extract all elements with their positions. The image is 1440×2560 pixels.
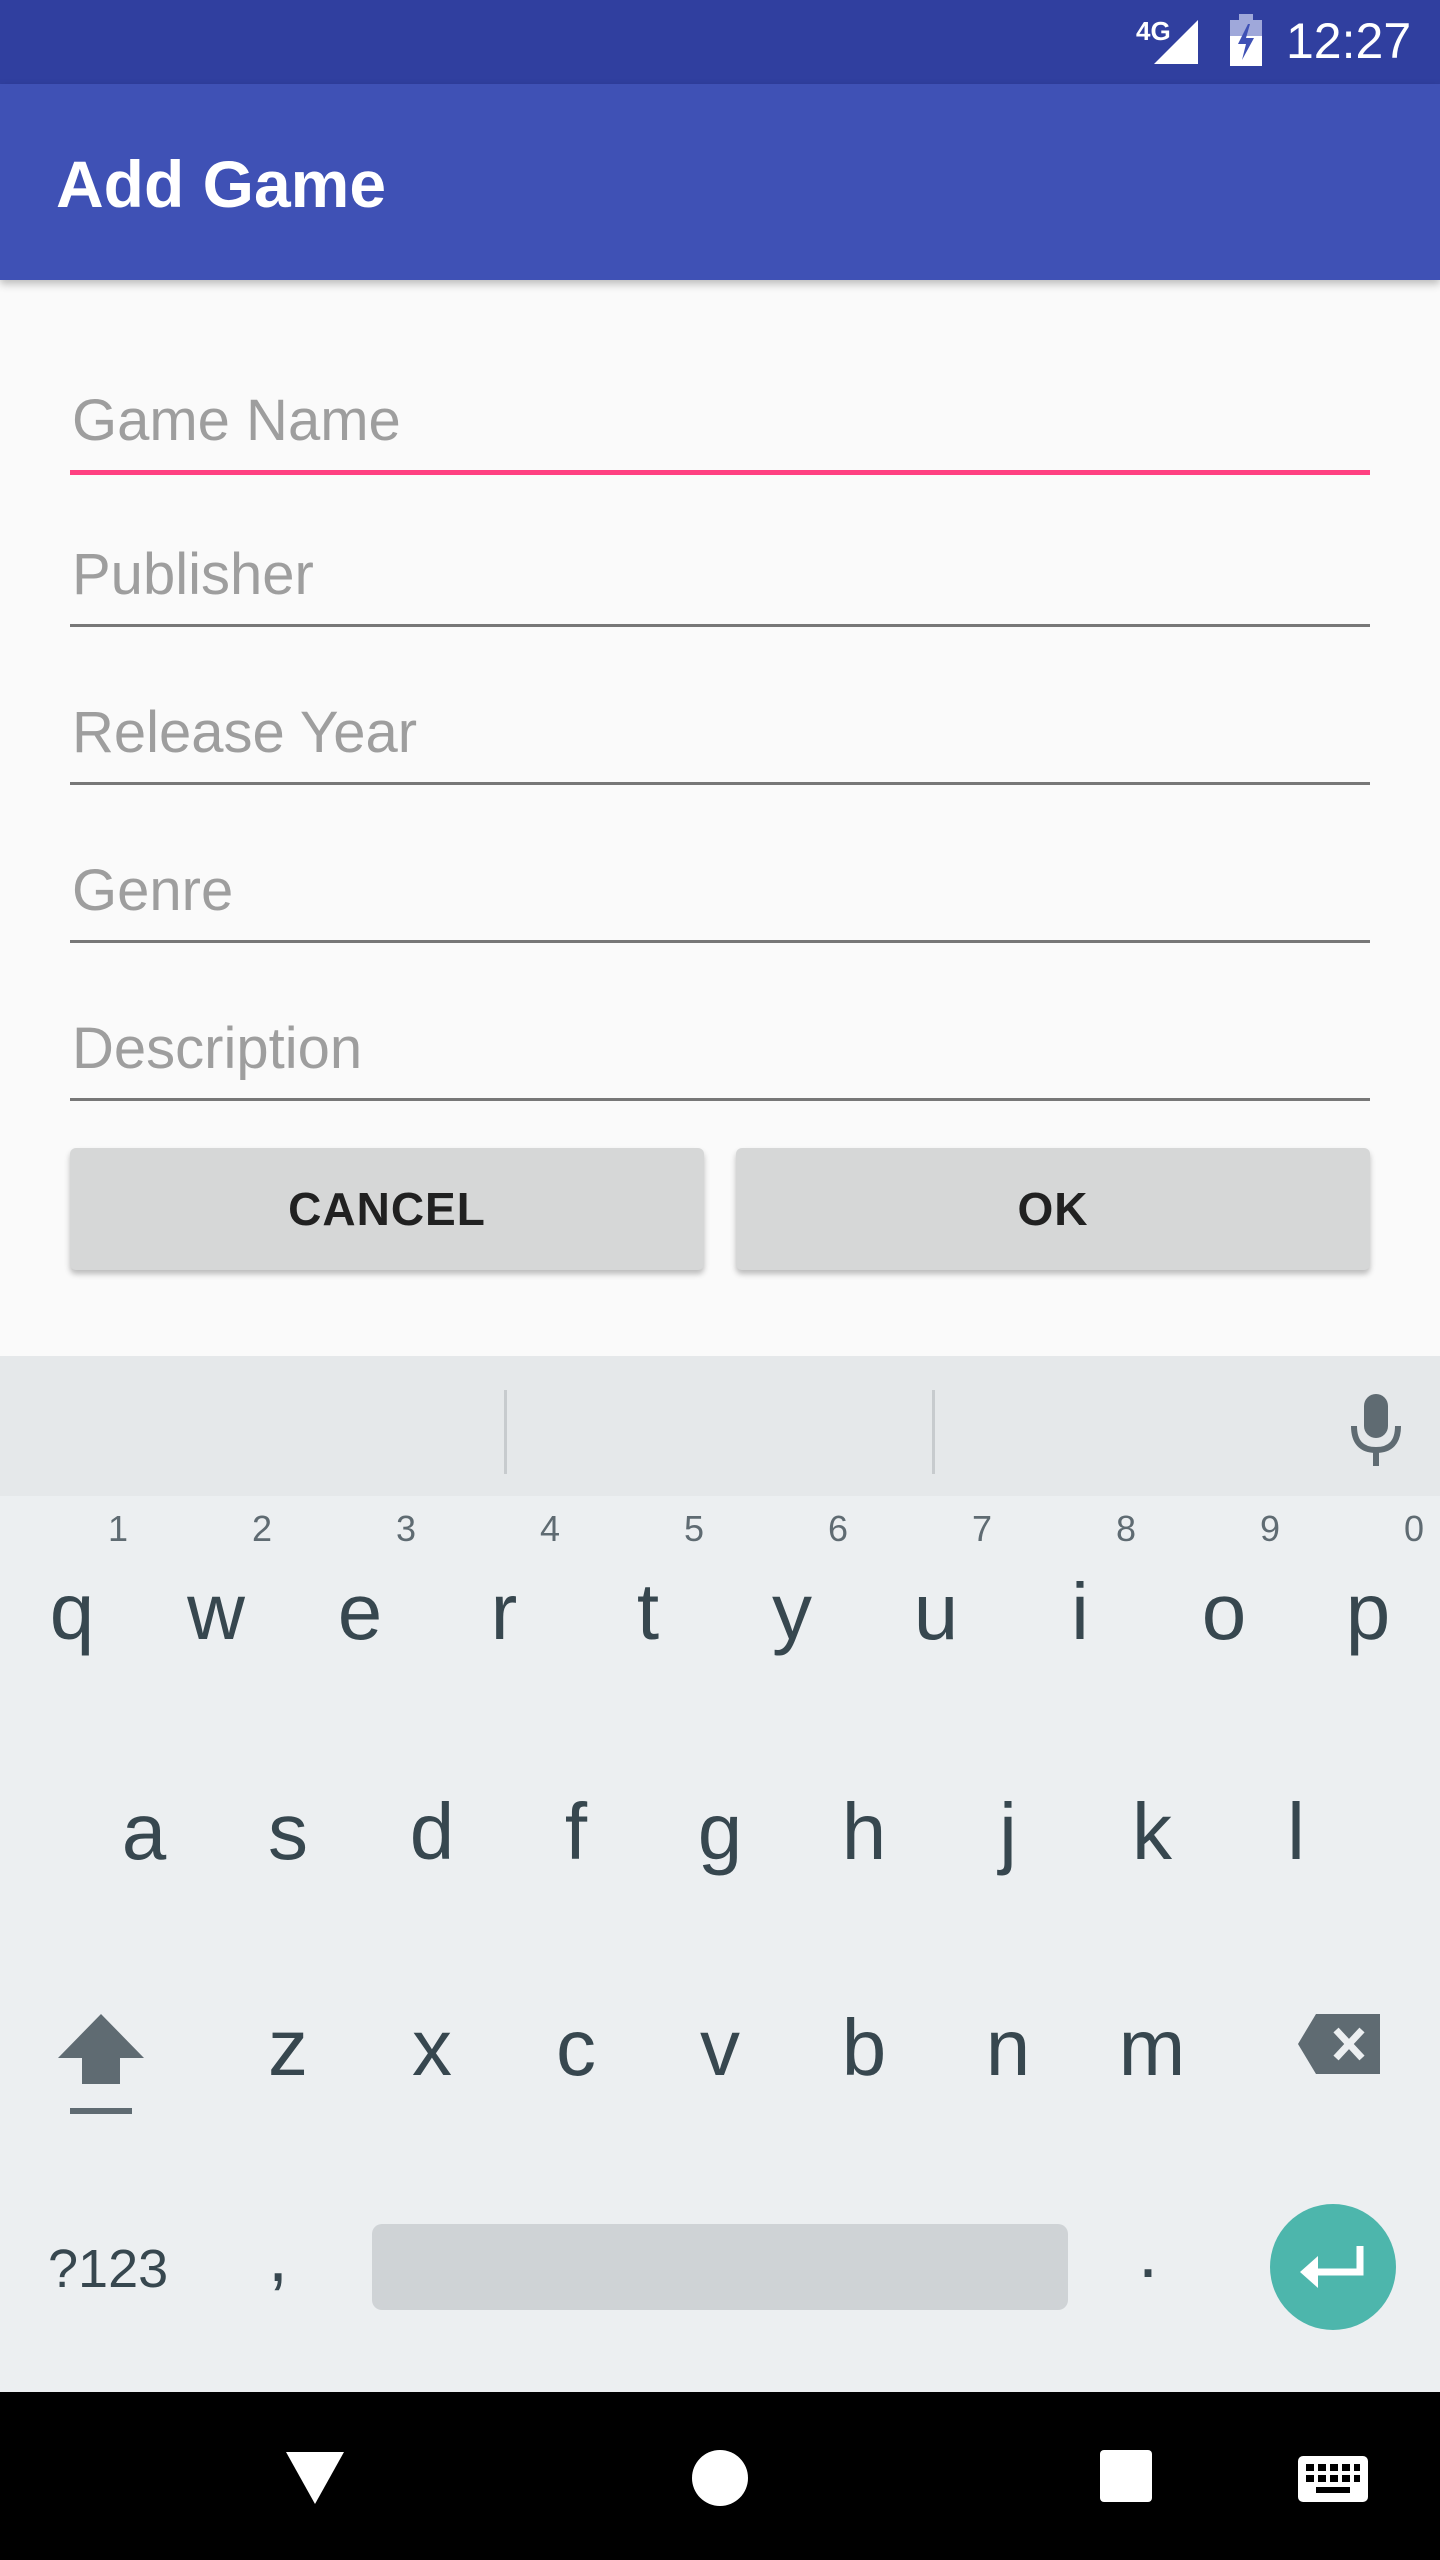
key-g[interactable]: g — [648, 1786, 792, 1878]
key-d[interactable]: d — [360, 1786, 504, 1878]
key-hint: 0 — [1403, 1508, 1424, 1549]
key-p[interactable]: p0 — [1296, 1508, 1440, 1658]
key-b[interactable]: b — [792, 2002, 936, 2094]
key-label: o — [1201, 1567, 1247, 1656]
key-t[interactable]: t5 — [576, 1508, 720, 1658]
genre-field[interactable]: Genre — [70, 830, 1370, 943]
key-hint: 5 — [683, 1508, 704, 1549]
key-h[interactable]: h — [792, 1786, 936, 1878]
key-n[interactable]: n — [936, 2002, 1080, 2094]
key-r[interactable]: r4 — [432, 1508, 576, 1658]
publisher-field[interactable]: Publisher — [70, 514, 1370, 627]
status-bar: 4G 12:27 — [0, 0, 1440, 84]
cell-signal-icon — [1150, 18, 1200, 71]
navigation-bar — [0, 2392, 1440, 2560]
publisher-placeholder: Publisher — [72, 542, 314, 607]
microphone-icon[interactable] — [1346, 1392, 1406, 1473]
back-icon[interactable] — [284, 2448, 346, 2513]
ok-button[interactable]: OK — [736, 1148, 1370, 1270]
page-title: Add Game — [56, 147, 387, 221]
battery-charging-icon — [1228, 14, 1264, 73]
keyboard: q1 w2 e3 r4 t5 y6 u7 i8 o9 p0 a s d f g … — [0, 1496, 1440, 2392]
key-label: p — [1345, 1567, 1391, 1656]
suggestion-divider — [504, 1390, 507, 1474]
key-e[interactable]: e3 — [288, 1508, 432, 1658]
key-label: i — [1071, 1567, 1089, 1656]
key-v[interactable]: v — [648, 2002, 792, 2094]
app-bar: Add Game — [0, 84, 1440, 280]
enter-icon — [1300, 2246, 1364, 2288]
period-key[interactable]: . — [1138, 2212, 1158, 2294]
key-label: e — [337, 1567, 383, 1656]
key-c[interactable]: c — [504, 2002, 648, 2094]
key-label: u — [913, 1567, 959, 1656]
cancel-button[interactable]: CANCEL — [70, 1148, 704, 1270]
key-i[interactable]: i8 — [1008, 1508, 1152, 1658]
key-x[interactable]: x — [360, 2002, 504, 2094]
shift-icon[interactable] — [56, 2008, 146, 2133]
keyboard-switch-icon[interactable] — [1296, 2454, 1370, 2509]
backspace-icon[interactable] — [1296, 2012, 1382, 2081]
key-u[interactable]: u7 — [864, 1508, 1008, 1658]
symbols-key[interactable]: ?123 — [48, 2238, 168, 2300]
key-j[interactable]: j — [936, 1786, 1080, 1878]
key-q[interactable]: q1 — [0, 1508, 144, 1658]
key-hint: 1 — [107, 1508, 128, 1549]
genre-placeholder: Genre — [72, 858, 234, 923]
key-z[interactable]: z — [216, 2002, 360, 2094]
keyboard-suggestion-strip — [0, 1356, 1440, 1496]
enter-key[interactable] — [1270, 2204, 1396, 2330]
suggestion-divider — [932, 1390, 935, 1474]
recents-icon[interactable] — [1098, 2448, 1154, 2509]
key-label: q — [49, 1567, 95, 1656]
key-label: y — [772, 1567, 812, 1656]
comma-key[interactable]: , — [268, 2216, 288, 2298]
key-y[interactable]: y6 — [720, 1508, 864, 1658]
key-hint: 7 — [971, 1508, 992, 1549]
key-hint: 6 — [827, 1508, 848, 1549]
game-name-placeholder: Game Name — [72, 388, 401, 453]
key-a[interactable]: a — [72, 1786, 216, 1878]
clock: 12:27 — [1286, 13, 1412, 69]
game-name-field[interactable]: Game Name — [70, 360, 1370, 475]
description-field[interactable]: Description — [70, 988, 1370, 1101]
key-f[interactable]: f — [504, 1786, 648, 1878]
key-label: t — [636, 1567, 660, 1656]
key-k[interactable]: k — [1080, 1786, 1224, 1878]
key-hint: 4 — [539, 1508, 560, 1549]
key-hint: 3 — [395, 1508, 416, 1549]
key-hint: 9 — [1259, 1508, 1280, 1549]
release-year-field[interactable]: Release Year — [70, 672, 1370, 785]
key-w[interactable]: w2 — [144, 1508, 288, 1658]
key-o[interactable]: o9 — [1152, 1508, 1296, 1658]
space-bar[interactable] — [372, 2224, 1068, 2310]
key-label: w — [187, 1567, 245, 1656]
release-year-placeholder: Release Year — [72, 700, 418, 765]
key-s[interactable]: s — [216, 1786, 360, 1878]
key-label: r — [490, 1567, 518, 1656]
description-placeholder: Description — [72, 1016, 363, 1081]
key-hint: 8 — [1115, 1508, 1136, 1549]
key-hint: 2 — [251, 1508, 272, 1549]
key-l[interactable]: l — [1224, 1786, 1368, 1878]
key-m[interactable]: m — [1080, 2002, 1224, 2094]
home-icon[interactable] — [690, 2448, 750, 2513]
